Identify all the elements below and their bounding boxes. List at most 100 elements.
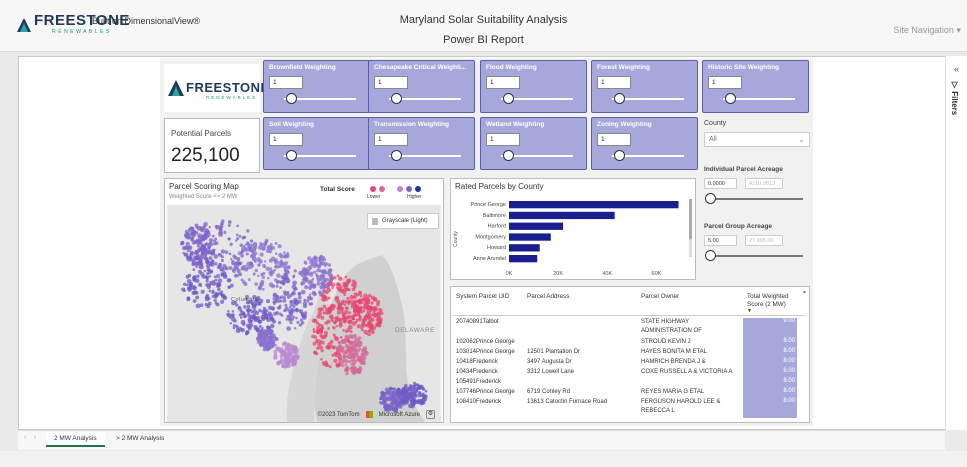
- weighting-value-input[interactable]: 1: [708, 76, 742, 89]
- county-dropdown[interactable]: All ⌄: [704, 132, 810, 147]
- table-row[interactable]: 10418Frederick 3497 Augusta Dr HAMRICH BRE…: [451, 358, 807, 368]
- bar[interactable]: [509, 233, 551, 241]
- cell-score: 8.00: [743, 358, 797, 368]
- cell-uid: 10434Frederick: [456, 369, 498, 375]
- table-row[interactable]: 107746Prince George 6719 Conley Rd REYES M…: [451, 388, 807, 398]
- cell-owner: HAMRICH BRENDA J &: [641, 359, 706, 365]
- flood-weighting-card[interactable]: Flood Weighting 1: [480, 60, 587, 113]
- cell-uid: 108410Frederick: [456, 399, 502, 405]
- map-canvas[interactable]: Grayscale (Light) DELAWARE Columbia ©202…: [167, 205, 441, 422]
- bar[interactable]: [509, 255, 538, 263]
- table-row[interactable]: 102062Prince George STROUD KEVIN J 8.00: [451, 338, 807, 348]
- tab-over-2mw-analysis[interactable]: > 2 MW Analysis: [108, 432, 172, 445]
- historic-site-weighting-card[interactable]: Historic Site Weighting 1: [702, 60, 809, 113]
- weighting-label: Chesapeake Critical Weighti...: [374, 64, 467, 71]
- wetland-weighting-card[interactable]: Wetland Weighting 1: [480, 117, 587, 170]
- brand-card-name: FREESTONE: [186, 80, 270, 95]
- map-settings-icon[interactable]: ⚙: [426, 410, 435, 419]
- potential-parcels-value: 225,100: [171, 145, 240, 166]
- legend-dot-5: [415, 186, 421, 192]
- map-title: Parcel Scoring Map: [169, 182, 239, 191]
- weighting-slider-handle[interactable]: [614, 150, 625, 161]
- header-divider: [453, 315, 805, 316]
- bar[interactable]: [509, 222, 564, 230]
- weighting-slider-handle[interactable]: [286, 150, 297, 161]
- weighting-slider-handle[interactable]: [503, 150, 514, 161]
- group-acreage-min[interactable]: 5.00: [704, 235, 737, 246]
- parcel-scoring-map-card[interactable]: Parcel Scoring Map Weighted Score <= 2 M…: [164, 178, 444, 423]
- parcel-table-card[interactable]: System Parcel UID Parcel Address Parcel …: [450, 286, 810, 423]
- cell-uid: 107746Prince George: [456, 389, 515, 395]
- bar[interactable]: [509, 244, 540, 252]
- individual-acreage-track[interactable]: [710, 198, 803, 200]
- group-acreage-track[interactable]: [710, 255, 803, 257]
- individual-acreage-max[interactable]: 4210.0813: [745, 178, 783, 189]
- category-label: Baltimore: [483, 213, 506, 219]
- table-row[interactable]: 10434Frederick 3312 Lowell Lane COXE RUSSE…: [451, 368, 807, 378]
- weighting-slider-handle[interactable]: [503, 93, 514, 104]
- cell-owner-line2: REBECCA L: [641, 408, 675, 414]
- weighting-label: Zoning Weighting: [597, 121, 652, 128]
- bar[interactable]: [509, 201, 679, 209]
- zoning-weighting-card[interactable]: Zoning Weighting 1: [591, 117, 698, 170]
- individual-acreage-min[interactable]: 0.0000: [704, 178, 737, 189]
- col-header-uid[interactable]: System Parcel UID: [456, 293, 509, 300]
- cell-score: 9.00: [743, 318, 797, 338]
- rated-parcels-chart-card[interactable]: Rated Parcels by County County Prince Ge…: [450, 178, 696, 280]
- col-header-owner[interactable]: Parcel Owner: [641, 293, 679, 300]
- weighting-value-input[interactable]: 1: [597, 133, 631, 146]
- category-label: Howard: [487, 245, 506, 251]
- individual-acreage-handle[interactable]: [705, 193, 716, 204]
- table-row[interactable]: 103014Prince George 12501 Plantation Dr HA…: [451, 348, 807, 358]
- col-header-address[interactable]: Parcel Address: [527, 293, 569, 300]
- legend-dot-3: [397, 186, 403, 192]
- report-canvas: FREESTONE RENEWABLES Brownfield Weightin…: [160, 58, 813, 426]
- table-row[interactable]: 105491Frederick 8.00: [451, 378, 807, 388]
- weighting-value-input[interactable]: 1: [374, 76, 408, 89]
- weighting-value-input[interactable]: 1: [597, 76, 631, 89]
- transmission-weighting-card[interactable]: Transmission Weighting 1: [368, 117, 475, 170]
- weighting-slider-handle[interactable]: [391, 150, 402, 161]
- individual-acreage-label: Individual Parcel Acreage: [704, 166, 783, 173]
- x-tick-label: 60K: [652, 271, 662, 277]
- weighting-slider-handle[interactable]: [725, 93, 736, 104]
- tab-next-icon[interactable]: ›: [34, 434, 36, 441]
- weighting-slider-handle[interactable]: [286, 93, 297, 104]
- weighting-value-input[interactable]: 1: [374, 133, 408, 146]
- cell-score: 8.00: [743, 338, 797, 348]
- weighting-value-input[interactable]: 1: [269, 133, 303, 146]
- cell-uid: 105491Frederick: [456, 379, 502, 385]
- weighting-slider-handle[interactable]: [391, 93, 402, 104]
- sort-desc-icon[interactable]: ▼: [747, 308, 752, 314]
- potential-parcels-label: Potential Parcels: [171, 129, 232, 138]
- chart-scrollbar-thumb[interactable]: [689, 199, 692, 239]
- cell-uid: 20740891Talbot: [456, 319, 499, 325]
- brand-card: FREESTONE RENEWABLES: [164, 64, 269, 112]
- bar[interactable]: [509, 211, 615, 220]
- group-acreage-max[interactable]: 27,995.00: [745, 235, 783, 246]
- cell-score: 8.00: [743, 348, 797, 358]
- weighting-value-input[interactable]: 1: [486, 76, 520, 89]
- tab-2mw-analysis[interactable]: 2 MW Analysis: [46, 432, 105, 447]
- tab-prev-icon[interactable]: ‹: [24, 434, 26, 441]
- scroll-up-icon[interactable]: ▲: [802, 289, 807, 295]
- soil-weighting-card[interactable]: Soil Weighting 1: [263, 117, 370, 170]
- site-navigation-menu[interactable]: Site Navigation ▾: [893, 25, 961, 36]
- x-tick-label: 20K: [553, 271, 563, 277]
- group-acreage-handle[interactable]: [705, 250, 716, 261]
- table-row[interactable]: 108410Frederick 13613 Catoctin Furnace Ro…: [451, 398, 807, 418]
- weighting-slider-handle[interactable]: [614, 93, 625, 104]
- basemap-toggle-button[interactable]: Grayscale (Light): [367, 213, 439, 229]
- collapse-chevron-icon[interactable]: «: [954, 64, 959, 74]
- brownfield-weighting-card[interactable]: Brownfield Weighting 1: [263, 60, 370, 113]
- weighting-value-input[interactable]: 1: [486, 133, 520, 146]
- weighting-value-input[interactable]: 1: [269, 76, 303, 89]
- weighting-label: Forest Weighting: [597, 64, 650, 71]
- chesapeake-critical-weighti-card[interactable]: Chesapeake Critical Weighti... 1: [368, 60, 475, 113]
- forest-weighting-card[interactable]: Forest Weighting 1: [591, 60, 698, 113]
- col-header-score[interactable]: Total Weighted Score (2 MW): [747, 293, 801, 309]
- filters-pane-label[interactable]: ▽ Filters: [950, 80, 959, 115]
- basemap-swatch-icon: [372, 218, 378, 225]
- site-navigation-label: Site Navigation: [893, 25, 954, 35]
- table-row[interactable]: 20740891Talbot STATE HIGHWAY ADMINISTRATIO…: [451, 318, 807, 338]
